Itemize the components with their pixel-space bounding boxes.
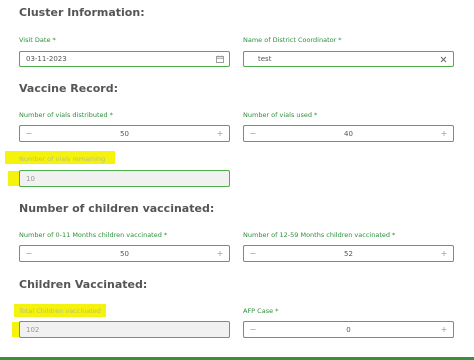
section-title-vaccine-record: Vaccine Record:	[19, 82, 118, 95]
vials-used-label: Number of vials used *	[243, 111, 317, 119]
total-children-label: Total Children vaccinated	[19, 307, 101, 315]
district-coordinator-value: test	[258, 55, 272, 63]
increment-button[interactable]: +	[437, 246, 451, 261]
vials-distributed-value: 50	[120, 129, 129, 138]
afp-case-stepper[interactable]: 0 − +	[243, 321, 454, 338]
required-marker: *	[275, 307, 279, 315]
required-marker: *	[109, 111, 113, 119]
children-12-59-label-text: Number of 12-59 Months children vaccinat…	[243, 231, 390, 239]
vials-distributed-label-text: Number of vials distributed	[19, 111, 108, 119]
close-icon[interactable]	[440, 56, 447, 65]
district-coordinator-label: Name of District Coordinator *	[243, 36, 342, 44]
required-marker: *	[52, 36, 56, 44]
district-coordinator-select[interactable]: test	[243, 51, 454, 67]
vials-used-stepper[interactable]: 40 − +	[243, 125, 454, 142]
decrement-button[interactable]: −	[246, 246, 260, 261]
children-12-59-stepper[interactable]: 52 − +	[243, 245, 454, 262]
decrement-button[interactable]: −	[22, 126, 36, 141]
increment-button[interactable]: +	[213, 126, 227, 141]
decrement-button[interactable]: −	[246, 126, 260, 141]
required-marker: *	[338, 36, 342, 44]
section-title-number-of-children-vaccinated: Number of children vaccinated:	[19, 202, 215, 215]
total-children-field: 102	[19, 321, 230, 338]
increment-button[interactable]: +	[437, 322, 451, 337]
visit-date-label: Visit Date *	[19, 36, 56, 44]
afp-case-label: AFP Case *	[243, 307, 278, 315]
children-12-59-label: Number of 12-59 Months children vaccinat…	[243, 231, 395, 239]
vials-used-label-text: Number of vials used	[243, 111, 313, 119]
vials-used-value: 40	[344, 129, 353, 138]
visit-date-value: 03-11-2023	[26, 55, 67, 63]
required-marker: *	[314, 111, 318, 119]
children-0-11-label: Number of 0-11 Months children vaccinate…	[19, 231, 167, 239]
section-title-cluster-information: Cluster Information:	[19, 6, 145, 19]
decrement-button[interactable]: −	[22, 246, 36, 261]
increment-button[interactable]: +	[213, 246, 227, 261]
vials-remaining-field: 10	[19, 170, 230, 187]
children-12-59-value: 52	[344, 249, 353, 258]
vials-distributed-label: Number of vials distributed *	[19, 111, 113, 119]
afp-case-value: 0	[346, 325, 351, 334]
children-0-11-label-text: Number of 0-11 Months children vaccinate…	[19, 231, 162, 239]
vials-remaining-label: Number of vials remaining	[19, 155, 106, 163]
vials-remaining-value: 10	[26, 174, 35, 183]
required-marker: *	[392, 231, 396, 239]
calendar-icon[interactable]	[216, 55, 224, 65]
children-0-11-value: 50	[120, 249, 129, 258]
vials-distributed-stepper[interactable]: 50 − +	[19, 125, 230, 142]
children-0-11-stepper[interactable]: 50 − +	[19, 245, 230, 262]
district-coordinator-label-text: Name of District Coordinator	[243, 36, 337, 44]
afp-case-label-text: AFP Case	[243, 307, 274, 315]
decrement-button[interactable]: −	[246, 322, 260, 337]
section-title-children-vaccinated: Children Vaccinated:	[19, 278, 148, 291]
increment-button[interactable]: +	[437, 126, 451, 141]
total-children-value: 102	[26, 325, 40, 334]
visit-date-label-text: Visit Date	[19, 36, 51, 44]
visit-date-input[interactable]: 03-11-2023	[19, 51, 230, 67]
required-marker: *	[163, 231, 168, 239]
